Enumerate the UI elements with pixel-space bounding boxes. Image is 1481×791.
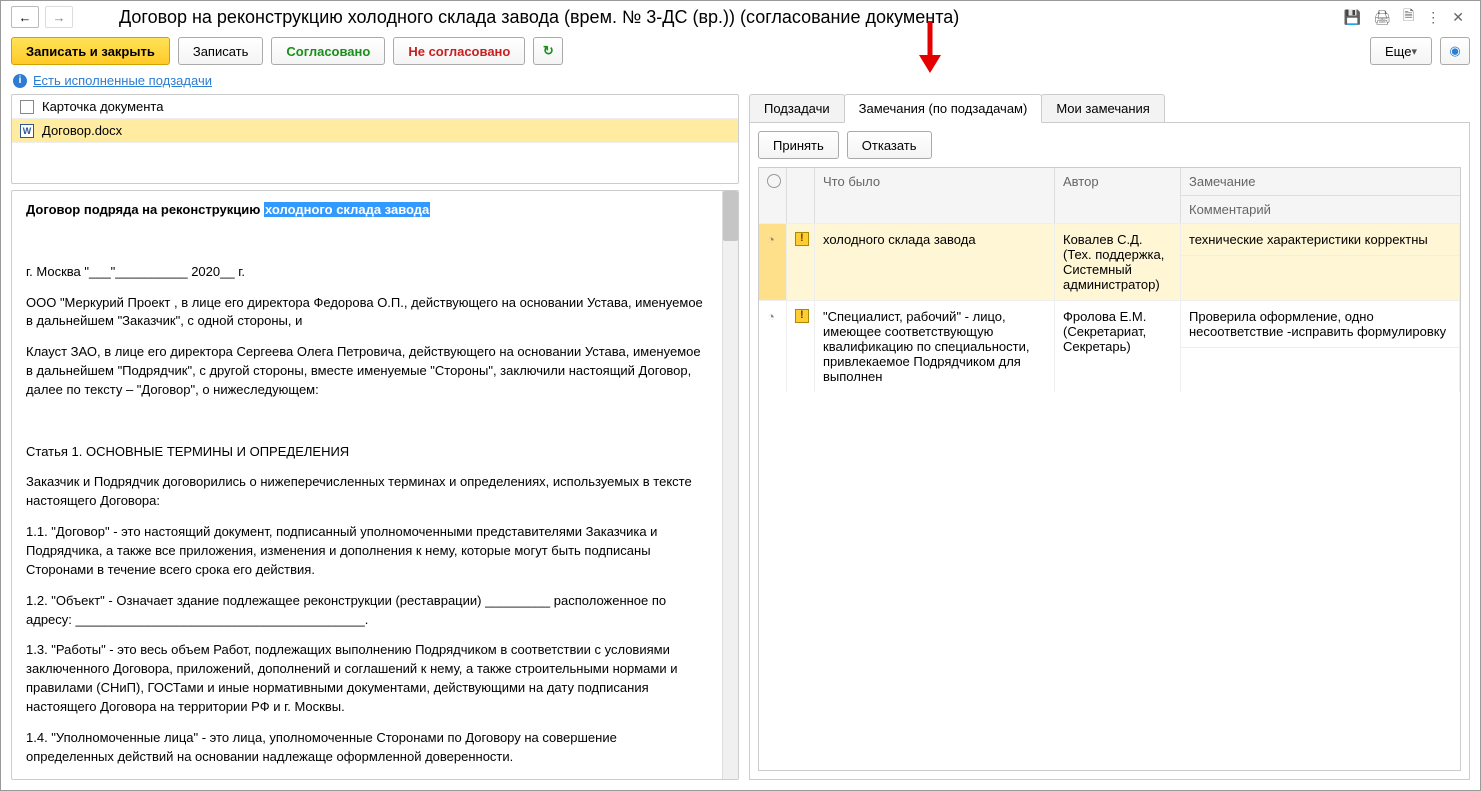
help-button[interactable]: ◉ (1440, 37, 1470, 65)
check-all-icon[interactable] (767, 174, 781, 188)
doc-d14: 1.4. "Уполномоченные лица" - это лица, у… (26, 729, 708, 767)
document-scrollbar[interactable] (722, 191, 738, 779)
grid-header-note: Замечание (1189, 174, 1452, 189)
row-status-cell: ◔ (759, 224, 787, 300)
doc-art1-intro: Заказчик и Подрядчик договорились о ниже… (26, 473, 708, 511)
row-what: "Специалист, рабочий" - лицо, имеющее со… (815, 301, 1055, 392)
grid-header-status (787, 168, 815, 223)
close-icon[interactable]: ✕ (1452, 9, 1464, 26)
warning-icon (795, 309, 809, 323)
row-warn-cell (787, 301, 815, 392)
completed-subtasks-link[interactable]: Есть исполненные подзадачи (33, 73, 212, 88)
grid-header: Что было Автор Замечание Комментарий (759, 168, 1460, 223)
save-button[interactable]: Записать (178, 37, 264, 65)
word-file-icon: W (20, 124, 34, 138)
nav-forward-button[interactable]: → (45, 6, 73, 28)
row-note: технические характеристики корректны (1189, 232, 1451, 247)
doc-d11: 1.1. "Договор" - это настоящий документ,… (26, 523, 708, 580)
grid-header-comment: Комментарий (1181, 195, 1460, 223)
file-card-label: Карточка документа (42, 99, 163, 114)
doc-title-prefix: Договор подряда на реконструкцию (26, 202, 264, 217)
info-icon: i (13, 74, 27, 88)
warning-icon (795, 232, 809, 246)
tab-subtasks[interactable]: Подзадачи (749, 94, 845, 122)
nav-back-button[interactable]: ← (11, 6, 39, 28)
doc-d13: 1.3. "Работы" - это весь объем Работ, по… (26, 641, 708, 716)
doc-title-highlight: холодного склада завода (264, 202, 430, 217)
row-comment (1181, 347, 1459, 364)
row-author: Фролова Е.М. (Секретариат, Секретарь) (1055, 301, 1181, 392)
row-warn-cell (787, 224, 815, 300)
not-agreed-button[interactable]: Не согласовано (393, 37, 525, 65)
grid-header-check[interactable] (759, 168, 787, 223)
document-content[interactable]: Договор подряда на реконструкцию холодно… (12, 191, 722, 779)
clock-icon: ◔ (767, 309, 775, 324)
notes-grid: Что было Автор Замечание Комментарий ◔ х… (758, 167, 1461, 771)
tab-my-notes[interactable]: Мои замечания (1041, 94, 1165, 122)
tabs: Подзадачи Замечания (по подзадачам) Мои … (749, 94, 1470, 123)
print-icon[interactable]: 🖨 (1373, 9, 1391, 26)
reject-button[interactable]: Отказать (847, 131, 932, 159)
row-status-cell: ◔ (759, 301, 787, 392)
tab-notes-by-subtasks[interactable]: Замечания (по подзадачам) (844, 94, 1043, 123)
document-preview: Договор подряда на реконструкцию холодно… (11, 190, 739, 780)
doc-p1: ООО "Меркурий Проект , в лице его директ… (26, 294, 708, 332)
row-what: холодного склада завода (815, 224, 1055, 300)
row-author: Ковалев С.Д. (Тех. поддержка, Системный … (1055, 224, 1181, 300)
grid-row[interactable]: ◔ холодного склада завода Ковалев С.Д. (… (759, 223, 1460, 300)
doc-city-line: г. Москва "___"__________ 2020__ г. (26, 263, 708, 282)
file-list: Карточка документа W Договор.docx (11, 94, 739, 184)
document-scroll-thumb[interactable] (723, 191, 738, 241)
clock-icon: ◔ (767, 232, 775, 247)
row-note: Проверила оформление, одно несоответстви… (1189, 309, 1451, 339)
save-and-close-button[interactable]: Записать и закрыть (11, 37, 170, 65)
window-title: Договор на реконструкцию холодного склад… (79, 7, 1338, 28)
grid-header-what[interactable]: Что было (815, 168, 1055, 223)
grid-row[interactable]: ◔ "Специалист, рабочий" - лицо, имеющее … (759, 300, 1460, 392)
doc-p2: Клауст ЗАО, в лице его директора Сергеев… (26, 343, 708, 400)
refresh-button[interactable]: ↻ (533, 37, 563, 65)
doc-art1: Статья 1. ОСНОВНЫЕ ТЕРМИНЫ И ОПРЕДЕЛЕНИЯ (26, 443, 708, 462)
document-card-icon (20, 100, 34, 114)
file-card-row[interactable]: Карточка документа (12, 95, 738, 119)
more-button[interactable]: Еще (1370, 37, 1432, 65)
file-docx-label: Договор.docx (42, 123, 122, 138)
save-icon[interactable]: 💾 (1344, 9, 1361, 26)
grid-header-note-comment[interactable]: Замечание Комментарий (1181, 168, 1460, 223)
kebab-menu-icon[interactable]: ⋮ (1426, 9, 1440, 26)
preview-icon[interactable]: 🗎 (1403, 5, 1414, 29)
row-comment (1181, 255, 1459, 272)
doc-d12: 1.2. "Объект" - Означает здание подлежащ… (26, 592, 708, 630)
grid-header-author[interactable]: Автор (1055, 168, 1181, 223)
accept-button[interactable]: Принять (758, 131, 839, 159)
agreed-button[interactable]: Согласовано (271, 37, 385, 65)
file-docx-row[interactable]: W Договор.docx (12, 119, 738, 143)
